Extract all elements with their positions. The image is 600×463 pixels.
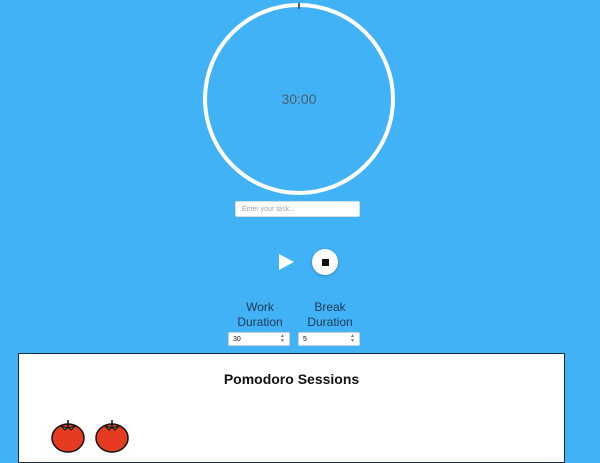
work-duration-label: Work Duration xyxy=(237,300,283,329)
play-icon xyxy=(279,254,294,270)
break-duration-label: Break Duration xyxy=(307,300,353,329)
timer-ring: 30:00 xyxy=(200,0,398,198)
work-duration-input[interactable]: 30 ▲ ▼ xyxy=(228,332,290,346)
sessions-panel: Pomodoro Sessions xyxy=(18,353,565,463)
work-duration-stepper[interactable]: ▲ ▼ xyxy=(280,334,285,344)
work-duration-value: 30 xyxy=(233,335,241,343)
stop-button[interactable] xyxy=(312,249,338,275)
break-duration-input[interactable]: 5 ▲ ▼ xyxy=(298,332,360,346)
tomato-icon xyxy=(51,420,85,453)
play-button[interactable] xyxy=(275,251,297,273)
tomato-icon xyxy=(95,420,129,453)
break-duration-value: 5 xyxy=(303,335,307,343)
break-duration-stepper[interactable]: ▲ ▼ xyxy=(350,334,355,344)
stop-icon xyxy=(321,258,329,266)
timer-display: 30:00 xyxy=(281,91,317,107)
task-input[interactable] xyxy=(235,201,360,217)
sessions-title: Pomodoro Sessions xyxy=(223,371,360,387)
